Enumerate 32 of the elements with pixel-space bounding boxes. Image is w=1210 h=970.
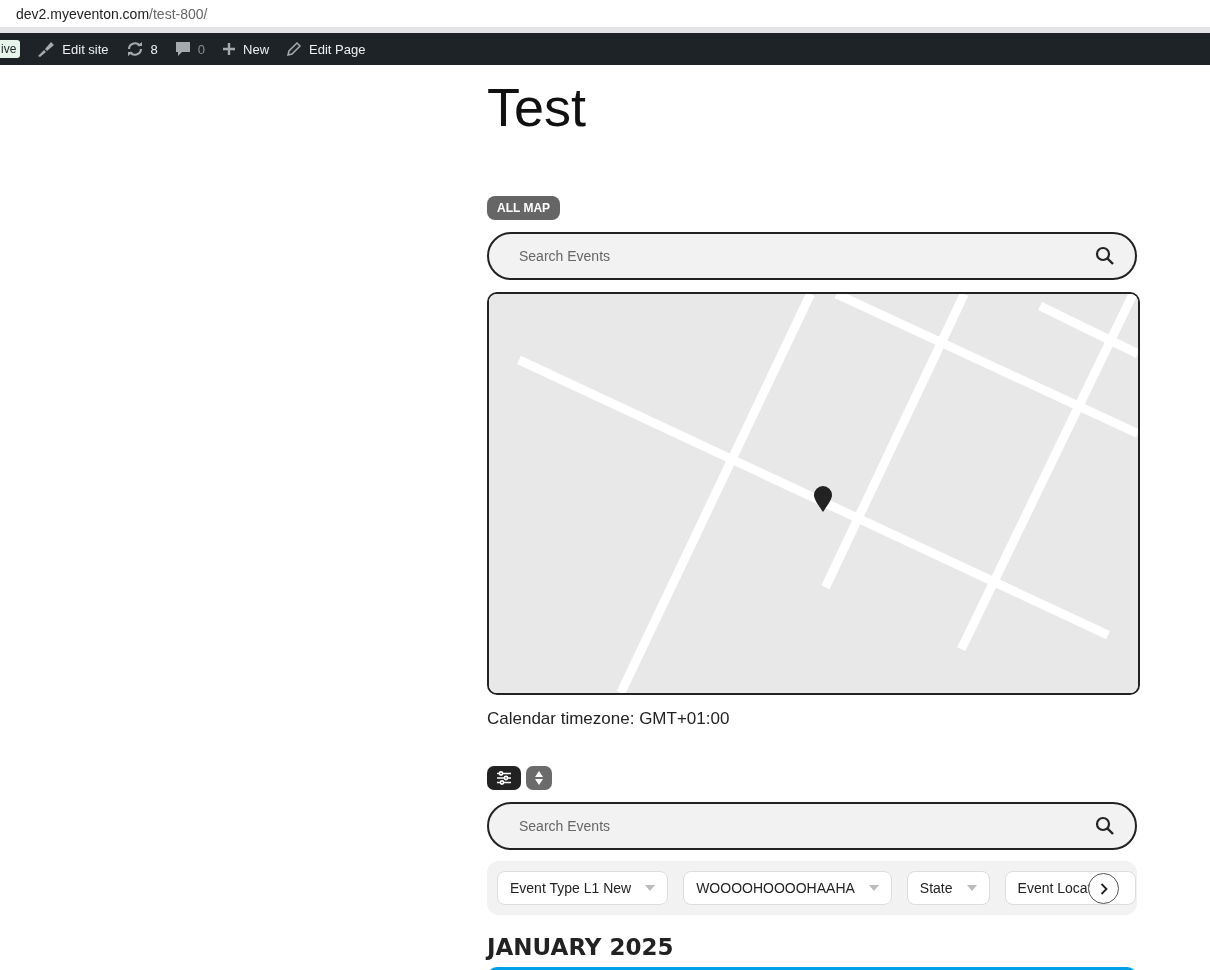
pencil-icon — [286, 41, 303, 57]
plus-icon — [222, 42, 237, 56]
admin-bar-link[interactable]: 8 — [125, 41, 158, 57]
filter-dropdown[interactable]: WOOOOHOOOOHAAHA — [683, 871, 892, 905]
filter-button[interactable] — [487, 766, 521, 790]
page-title: Test — [487, 76, 587, 139]
map-pin-icon[interactable] — [813, 486, 833, 512]
up-down-icon — [534, 770, 544, 786]
sort-button[interactable] — [526, 766, 552, 790]
search-field[interactable]: Search Events — [487, 232, 1137, 280]
chevron-right-icon — [1099, 882, 1108, 895]
admin-bar-link[interactable]: 0 — [174, 41, 206, 57]
search-icon[interactable] — [1095, 816, 1115, 836]
refresh-icon — [125, 41, 144, 57]
admin-bar-link[interactable]: Edit Page — [286, 41, 366, 57]
url-text: dev2.myeventon.com/test-800/ — [16, 5, 208, 22]
caret-icon — [966, 885, 977, 891]
live-badge: ive — [0, 40, 21, 58]
caret-icon — [868, 885, 879, 891]
admin-bar-link[interactable]: Edit site — [37, 41, 109, 57]
brush-icon — [37, 41, 56, 57]
caret-icon — [645, 885, 656, 891]
filter-dropdown[interactable]: Event Type L1 New — [497, 871, 669, 905]
all-map-tag: ALL MAP — [487, 196, 561, 220]
timezone-text: Calendar timezone: GMT+01:00 — [487, 709, 730, 729]
admin-bar-link[interactable]: New — [222, 41, 270, 57]
filter-dropdown[interactable]: State — [906, 871, 990, 905]
sliders-icon — [496, 771, 512, 785]
month-heading: JANUARY 2025 — [487, 933, 674, 961]
search-field[interactable]: Search Events — [487, 802, 1137, 850]
comment-icon — [174, 41, 191, 57]
search-icon[interactable] — [1095, 246, 1115, 266]
